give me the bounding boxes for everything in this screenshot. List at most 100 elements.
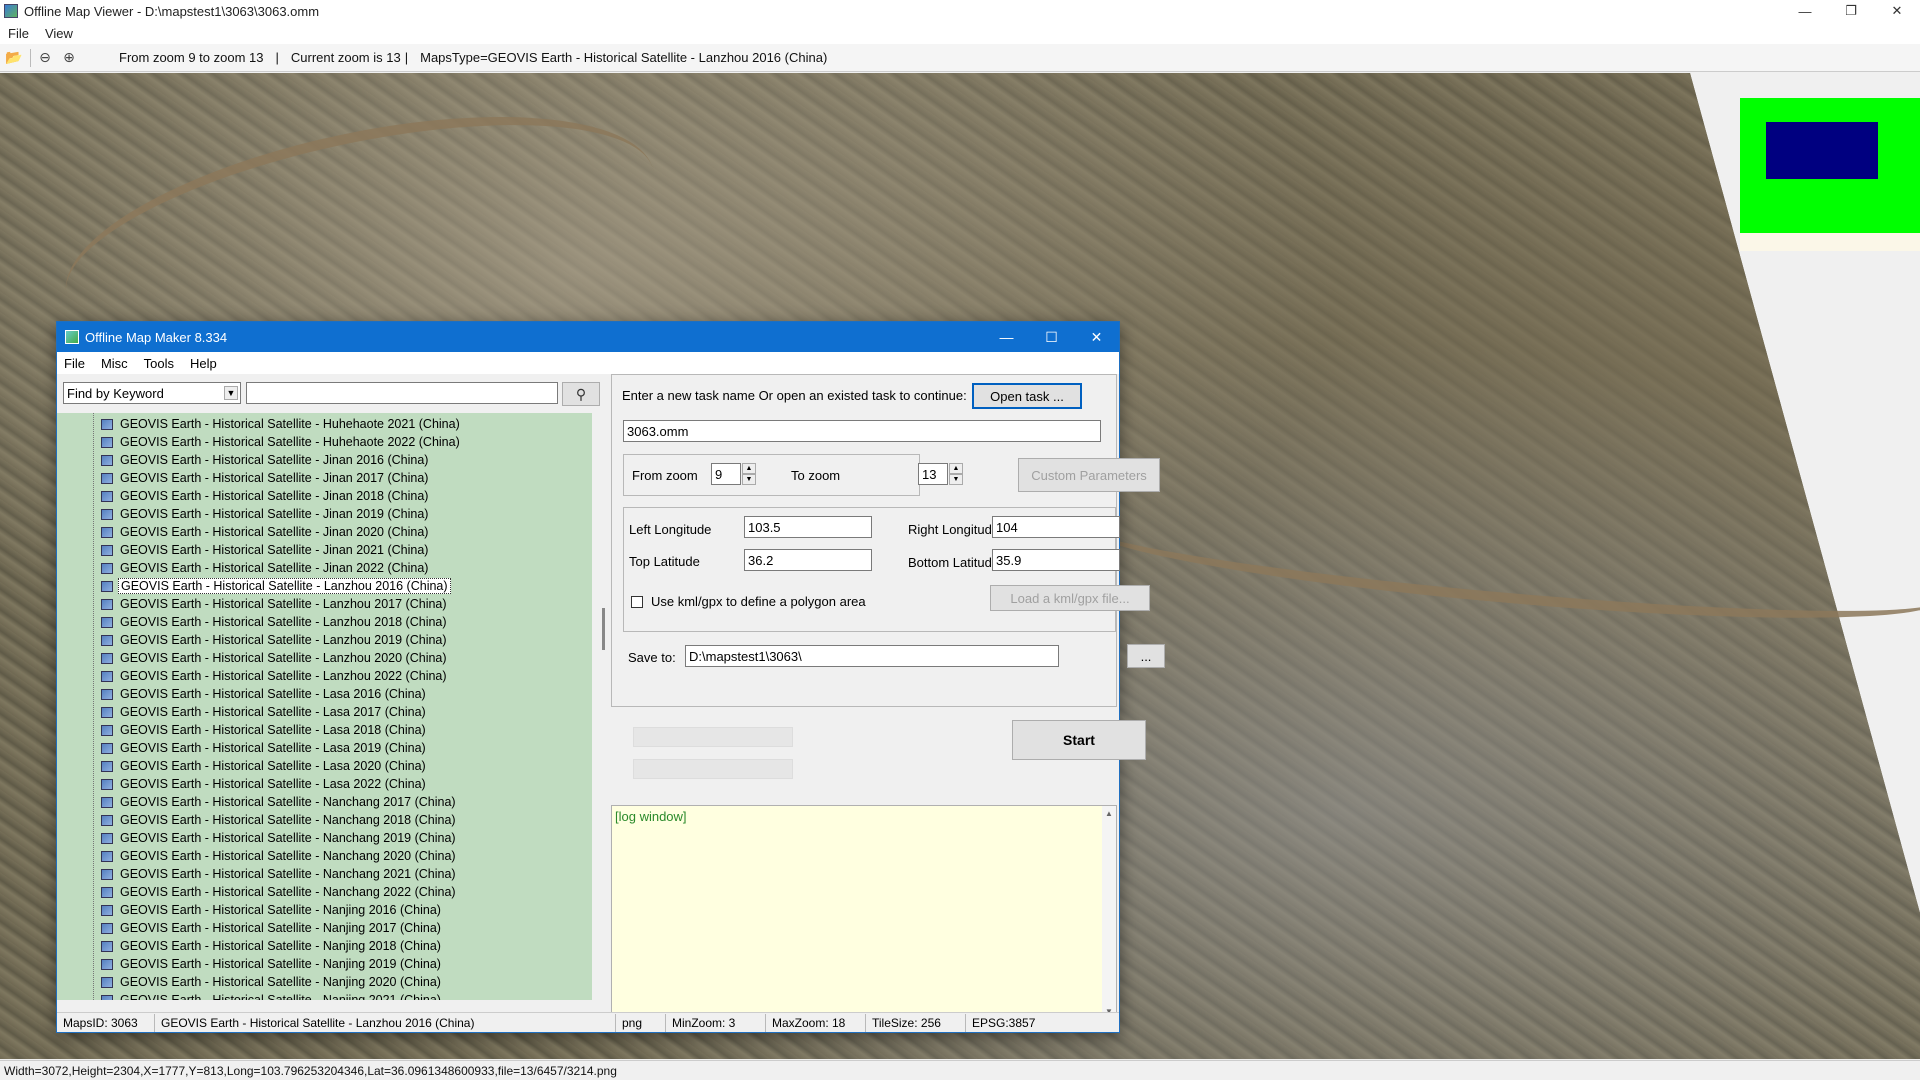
tree-item[interactable]: GEOVIS Earth - Historical Satellite - La… xyxy=(101,685,428,703)
viewer-menu-file[interactable]: File xyxy=(0,26,37,41)
tree-item[interactable]: GEOVIS Earth - Historical Satellite - Hu… xyxy=(101,433,462,451)
task-name-input[interactable]: 3063.omm xyxy=(623,420,1101,442)
tree-item[interactable]: GEOVIS Earth - Historical Satellite - La… xyxy=(101,577,451,595)
dialog-menu-misc[interactable]: Misc xyxy=(94,356,137,371)
dialog-menu-file[interactable]: File xyxy=(57,356,94,371)
kml-checkbox[interactable] xyxy=(631,596,643,608)
tree-item[interactable]: GEOVIS Earth - Historical Satellite - Na… xyxy=(101,973,443,991)
restore-icon[interactable]: ❐ xyxy=(1828,0,1874,22)
map-source-icon xyxy=(101,634,113,646)
tree-item[interactable]: GEOVIS Earth - Historical Satellite - Na… xyxy=(101,829,458,847)
tree-item[interactable]: GEOVIS Earth - Historical Satellite - Ji… xyxy=(101,541,430,559)
minimap[interactable] xyxy=(1740,98,1920,233)
from-zoom-stepper[interactable]: ▲ ▼ xyxy=(742,463,756,485)
current-zoom-text: Current zoom is 13 xyxy=(290,50,401,65)
open-task-button[interactable]: Open task ... xyxy=(972,383,1082,409)
kml-checkbox-label[interactable]: Use kml/gpx to define a polygon area xyxy=(651,594,866,609)
tree-item[interactable]: GEOVIS Earth - Historical Satellite - La… xyxy=(101,649,449,667)
tree-item[interactable]: GEOVIS Earth - Historical Satellite - La… xyxy=(101,775,428,793)
save-path-input[interactable]: D:\mapstest1\3063\ xyxy=(685,645,1059,667)
start-button[interactable]: Start xyxy=(1012,720,1146,760)
tree-item[interactable]: GEOVIS Earth - Historical Satellite - Ji… xyxy=(101,523,430,541)
map-source-icon xyxy=(101,904,113,916)
tree-item-label: GEOVIS Earth - Historical Satellite - Ji… xyxy=(120,471,429,485)
chevron-up-icon[interactable]: ▲ xyxy=(949,463,963,474)
tree-item[interactable]: GEOVIS Earth - Historical Satellite - Ji… xyxy=(101,469,430,487)
tree-item[interactable]: GEOVIS Earth - Historical Satellite - La… xyxy=(101,739,428,757)
tree-item[interactable]: GEOVIS Earth - Historical Satellite - La… xyxy=(101,613,449,631)
to-zoom-input[interactable]: 13 xyxy=(918,463,948,485)
map-source-icon xyxy=(101,598,113,610)
tree-item-label: GEOVIS Earth - Historical Satellite - La… xyxy=(120,615,447,629)
close-icon[interactable]: ✕ xyxy=(1874,0,1920,22)
minimap-viewport[interactable] xyxy=(1766,122,1878,179)
tree-item[interactable]: GEOVIS Earth - Historical Satellite - La… xyxy=(101,703,428,721)
map-source-icon xyxy=(101,886,113,898)
tree-item[interactable]: GEOVIS Earth - Historical Satellite - Na… xyxy=(101,883,458,901)
dialog-titlebar[interactable]: Offline Map Maker 8.334 — ☐ ✕ xyxy=(57,322,1119,352)
tree-item[interactable]: GEOVIS Earth - Historical Satellite - Na… xyxy=(101,793,458,811)
custom-parameters-button[interactable]: Custom Parameters xyxy=(1018,458,1160,492)
maximize-icon[interactable]: ☐ xyxy=(1029,322,1074,352)
tree-item[interactable]: GEOVIS Earth - Historical Satellite - Ji… xyxy=(101,451,430,469)
to-zoom-label: To zoom xyxy=(791,468,841,483)
tree-item[interactable]: GEOVIS Earth - Historical Satellite - La… xyxy=(101,595,449,613)
tree-item[interactable]: GEOVIS Earth - Historical Satellite - Na… xyxy=(101,937,443,955)
tree-item-label: GEOVIS Earth - Historical Satellite - Na… xyxy=(120,975,441,989)
map-source-icon xyxy=(101,544,113,556)
tree-item[interactable]: GEOVIS Earth - Historical Satellite - Na… xyxy=(101,919,443,937)
tree-item[interactable]: GEOVIS Earth - Historical Satellite - Na… xyxy=(101,847,458,865)
viewer-menu-view[interactable]: View xyxy=(37,26,81,41)
map-source-icon xyxy=(101,832,113,844)
tree-item[interactable]: GEOVIS Earth - Historical Satellite - Ji… xyxy=(101,559,430,577)
map-source-icon xyxy=(101,994,113,1000)
to-zoom-stepper[interactable]: ▲ ▼ xyxy=(949,463,963,485)
minimize-icon[interactable]: — xyxy=(984,322,1029,352)
browse-button[interactable]: ... xyxy=(1127,644,1165,668)
chevron-up-icon[interactable]: ▲ xyxy=(742,463,756,474)
folder-open-icon[interactable]: 📂 xyxy=(4,48,24,68)
scroll-up-icon[interactable]: ▲ xyxy=(1102,806,1116,820)
from-zoom-input[interactable]: 9 xyxy=(711,463,741,485)
task-panel: Enter a new task name Or open an existed… xyxy=(611,374,1165,1019)
tree-item[interactable]: GEOVIS Earth - Historical Satellite - Na… xyxy=(101,865,458,883)
bottom-latitude-input[interactable]: 35.9 xyxy=(992,549,1120,571)
top-latitude-input[interactable]: 36.2 xyxy=(744,549,872,571)
tree-item[interactable]: GEOVIS Earth - Historical Satellite - Hu… xyxy=(101,415,462,433)
left-longitude-input[interactable]: 103.5 xyxy=(744,516,872,538)
chevron-down-icon[interactable]: ▼ xyxy=(224,386,238,400)
search-input[interactable] xyxy=(246,382,558,404)
zoom-out-icon[interactable]: ⊖ xyxy=(35,48,55,68)
tree-item[interactable]: GEOVIS Earth - Historical Satellite - La… xyxy=(101,757,428,775)
tree-item[interactable]: GEOVIS Earth - Historical Satellite - Na… xyxy=(101,991,443,1000)
dialog-menu-tools[interactable]: Tools xyxy=(137,356,183,371)
tree-item[interactable]: GEOVIS Earth - Historical Satellite - La… xyxy=(101,721,428,739)
from-zoom-label: From zoom xyxy=(632,468,698,483)
log-window[interactable]: [log window] ▲ ▼ xyxy=(611,805,1117,1019)
chevron-down-icon[interactable]: ▼ xyxy=(949,474,963,485)
dialog-menu-help[interactable]: Help xyxy=(183,356,226,371)
tree-item[interactable]: GEOVIS Earth - Historical Satellite - Na… xyxy=(101,901,443,919)
panel-splitter[interactable] xyxy=(601,413,606,1000)
tree-item[interactable]: GEOVIS Earth - Historical Satellite - Ji… xyxy=(101,487,430,505)
maps-tree[interactable]: GEOVIS Earth - Historical Satellite - Hu… xyxy=(57,413,592,1000)
tree-item[interactable]: GEOVIS Earth - Historical Satellite - Na… xyxy=(101,955,443,973)
tree-item[interactable]: GEOVIS Earth - Historical Satellite - Na… xyxy=(101,811,458,829)
search-type-select[interactable]: Find by Keyword ▼ xyxy=(63,382,241,404)
tree-item-label: GEOVIS Earth - Historical Satellite - Na… xyxy=(120,957,441,971)
zoom-in-icon[interactable]: ⊕ xyxy=(59,48,79,68)
tree-item[interactable]: GEOVIS Earth - Historical Satellite - La… xyxy=(101,667,449,685)
minimize-icon[interactable]: — xyxy=(1782,0,1828,22)
tree-item[interactable]: GEOVIS Earth - Historical Satellite - Ji… xyxy=(101,505,430,523)
splitter-grip[interactable] xyxy=(602,608,605,650)
chevron-down-icon[interactable]: ▼ xyxy=(742,474,756,485)
map-source-icon xyxy=(101,562,113,574)
log-scrollbar[interactable]: ▲ ▼ xyxy=(1102,806,1116,1018)
search-button[interactable]: ⚲ xyxy=(562,382,600,406)
dialog-title: Offline Map Maker 8.334 xyxy=(85,329,228,345)
right-longitude-input[interactable]: 104 xyxy=(992,516,1120,538)
load-kml-button[interactable]: Load a kml/gpx file... xyxy=(990,585,1150,611)
tree-item[interactable]: GEOVIS Earth - Historical Satellite - La… xyxy=(101,631,449,649)
close-icon[interactable]: ✕ xyxy=(1074,322,1119,352)
map-source-icon xyxy=(101,796,113,808)
